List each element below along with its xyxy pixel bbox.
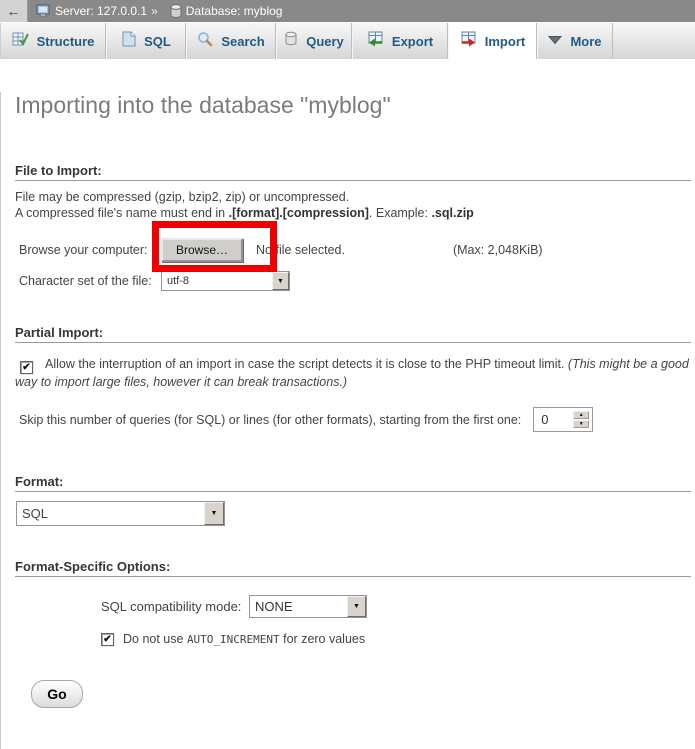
section-heading-file: File to Import: xyxy=(15,163,695,179)
note-mid: . Example: xyxy=(369,206,432,220)
query-database-icon xyxy=(284,31,298,51)
tab-label: Structure xyxy=(37,34,95,49)
chevron-down-icon[interactable]: ▼ xyxy=(272,272,289,290)
auto-increment-checkbox[interactable]: ✔ xyxy=(101,633,114,646)
skip-queries-input[interactable]: 0 ▲ ▼ xyxy=(533,407,593,432)
spin-down-icon[interactable]: ▼ xyxy=(573,420,589,428)
server-icon xyxy=(36,4,51,18)
breadcrumb-server[interactable]: Server: 127.0.0.1 xyxy=(55,4,147,18)
section-partial-import: Partial Import: ✔ Allow the interruption … xyxy=(1,325,695,433)
chevron-down-icon xyxy=(548,32,562,50)
charset-label: Character set of the file: xyxy=(19,274,161,288)
note-bold-example: .sql.zip xyxy=(431,206,473,220)
section-heading-format-specific: Format-Specific Options: xyxy=(15,559,695,575)
browse-button[interactable]: Browse… xyxy=(161,238,243,262)
tab-label: Search xyxy=(221,34,264,49)
auto-increment-row: ✔ Do not use AUTO_INCREMENT for zero val… xyxy=(101,632,695,647)
tab-import[interactable]: Import xyxy=(448,23,537,59)
tab-bar: Structure SQL Search xyxy=(0,22,695,59)
sql-compatibility-row: SQL compatibility mode: NONE ▼ xyxy=(101,595,695,619)
breadcrumb-separator: » xyxy=(151,4,158,18)
no-file-selected-text: No file selected. xyxy=(256,243,345,257)
note-bold-format: .[format].[compression] xyxy=(229,206,369,220)
spinner-buttons: ▲ ▼ xyxy=(573,411,589,428)
search-icon xyxy=(197,31,213,52)
section-heading-format: Format: xyxy=(15,474,695,490)
database-icon xyxy=(170,4,182,18)
auto-increment-prefix: Do not use xyxy=(123,632,187,646)
compression-note: File may be compressed (gzip, bzip2, zip… xyxy=(15,189,695,221)
divider xyxy=(15,491,691,492)
section-format-specific-options: Format-Specific Options: SQL compatibili… xyxy=(1,559,695,647)
note-line-2: A compressed file's name must end in xyxy=(15,206,229,220)
charset-row: Character set of the file: utf-8 ▼ xyxy=(19,271,695,291)
skip-queries-label: Skip this number of queries (for SQL) or… xyxy=(19,413,521,427)
sql-compatibility-value: NONE xyxy=(250,599,347,614)
tab-structure[interactable]: Structure xyxy=(0,23,106,59)
section-heading-partial: Partial Import: xyxy=(15,325,695,341)
format-selected-value: SQL xyxy=(17,506,204,521)
auto-increment-code: AUTO_INCREMENT xyxy=(187,633,280,646)
section-format: Format: SQL ▼ xyxy=(1,474,695,526)
import-icon xyxy=(460,31,477,52)
divider xyxy=(15,180,691,181)
allow-interruption-row: ✔ Allow the interruption of an import in … xyxy=(15,356,691,392)
section-file-to-import: File to Import: File may be compressed (… xyxy=(1,163,695,291)
max-upload-size: (Max: 2,048KiB) xyxy=(453,243,543,257)
charset-select[interactable]: utf-8 ▼ xyxy=(161,271,290,291)
tab-label: Query xyxy=(306,34,344,49)
skip-queries-row: Skip this number of queries (for SQL) or… xyxy=(19,407,695,433)
tab-bar-filler xyxy=(613,23,695,59)
divider xyxy=(15,342,691,343)
tab-export[interactable]: Export xyxy=(352,23,448,59)
tab-label: More xyxy=(570,34,601,49)
allow-interruption-checkbox[interactable]: ✔ xyxy=(20,361,33,374)
tab-search[interactable]: Search xyxy=(186,23,276,59)
divider xyxy=(15,576,691,577)
import-page: Importing into the database "myblog" Fil… xyxy=(0,92,695,749)
tab-query[interactable]: Query xyxy=(276,23,352,59)
format-select[interactable]: SQL ▼ xyxy=(16,501,225,526)
spin-up-icon[interactable]: ▲ xyxy=(573,411,589,419)
tab-sql[interactable]: SQL xyxy=(106,23,186,59)
tab-more[interactable]: More xyxy=(537,23,613,59)
breadcrumb-bar: ← Server: 127.0.0.1 » Database: myblog xyxy=(0,0,695,22)
phpmyadmin-window: ← Server: 127.0.0.1 » Database: myblog xyxy=(0,0,695,716)
sql-page-icon xyxy=(121,31,136,52)
note-line-1: File may be compressed (gzip, bzip2, zip… xyxy=(15,190,349,204)
back-button[interactable]: ← xyxy=(0,0,28,22)
skip-queries-value: 0 xyxy=(541,412,548,427)
auto-increment-label: Do not use AUTO_INCREMENT for zero value… xyxy=(123,632,365,646)
export-icon xyxy=(367,31,384,52)
chevron-down-icon[interactable]: ▼ xyxy=(347,596,366,617)
charset-selected-value: utf-8 xyxy=(162,275,272,287)
chevron-down-icon[interactable]: ▼ xyxy=(204,502,224,525)
sql-compatibility-label: SQL compatibility mode: xyxy=(101,599,249,614)
go-button[interactable]: Go xyxy=(31,680,83,708)
browse-row: Browse your computer: Browse… No file se… xyxy=(19,237,695,263)
tab-label: Export xyxy=(392,34,433,49)
auto-increment-suffix: for zero values xyxy=(280,632,365,646)
browse-label: Browse your computer: xyxy=(19,243,161,257)
tab-label: Import xyxy=(485,34,525,49)
page-title: Importing into the database "myblog" xyxy=(15,92,695,119)
structure-icon xyxy=(12,31,29,52)
tab-label: SQL xyxy=(144,34,171,49)
allow-interruption-text: Allow the interruption of an import in c… xyxy=(45,357,568,371)
sql-compatibility-select[interactable]: NONE ▼ xyxy=(249,595,367,618)
breadcrumb-database[interactable]: Database: myblog xyxy=(186,4,283,18)
